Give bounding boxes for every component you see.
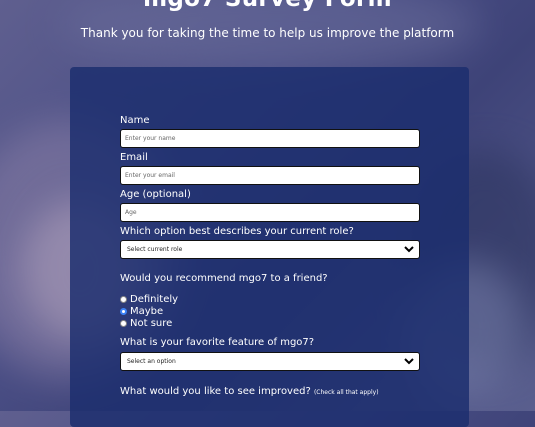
radio-button[interactable] (120, 319, 127, 327)
recommend-label: Would you recommend mgo7 to a friend? (120, 273, 328, 284)
recommend-radio-group: Definitely Maybe Not sure (120, 293, 420, 329)
radio-button[interactable] (120, 307, 127, 315)
age-input[interactable] (120, 203, 420, 222)
page-title: mgo7 Survey Form (0, 0, 535, 12)
email-label: Email (120, 152, 148, 163)
improve-label: What would you like to see improved? (120, 386, 311, 397)
survey-form: Name Email Age (optional) Which option b… (120, 115, 420, 397)
radio-label: Maybe (130, 305, 164, 317)
name-input[interactable] (120, 129, 420, 148)
radio-option-maybe[interactable]: Maybe (120, 305, 420, 317)
radio-label: Not sure (130, 317, 173, 329)
role-select-value: Select current role (127, 246, 183, 253)
name-label: Name (120, 115, 150, 126)
feature-select-value: Select an option (127, 358, 176, 365)
feature-select[interactable]: Select an option (120, 352, 420, 371)
radio-button[interactable] (120, 295, 127, 303)
feature-label: What is your favorite feature of mgo7? (120, 337, 315, 348)
survey-card: Name Email Age (optional) Which option b… (70, 67, 469, 427)
radio-label: Definitely (130, 293, 179, 305)
email-input[interactable] (120, 166, 420, 185)
role-select[interactable]: Select current role (120, 240, 420, 259)
age-label: Age (optional) (120, 189, 191, 200)
page-subtitle: Thank you for taking the time to help us… (80, 26, 455, 40)
role-label: Which option best describes your current… (120, 226, 354, 237)
improve-question: What would you like to see improved? (Ch… (120, 386, 420, 397)
chevron-down-icon (404, 246, 414, 253)
radio-option-not-sure[interactable]: Not sure (120, 317, 420, 329)
improve-hint: (Check all that apply) (313, 389, 379, 396)
radio-option-definitely[interactable]: Definitely (120, 293, 420, 305)
chevron-down-icon (404, 358, 414, 365)
